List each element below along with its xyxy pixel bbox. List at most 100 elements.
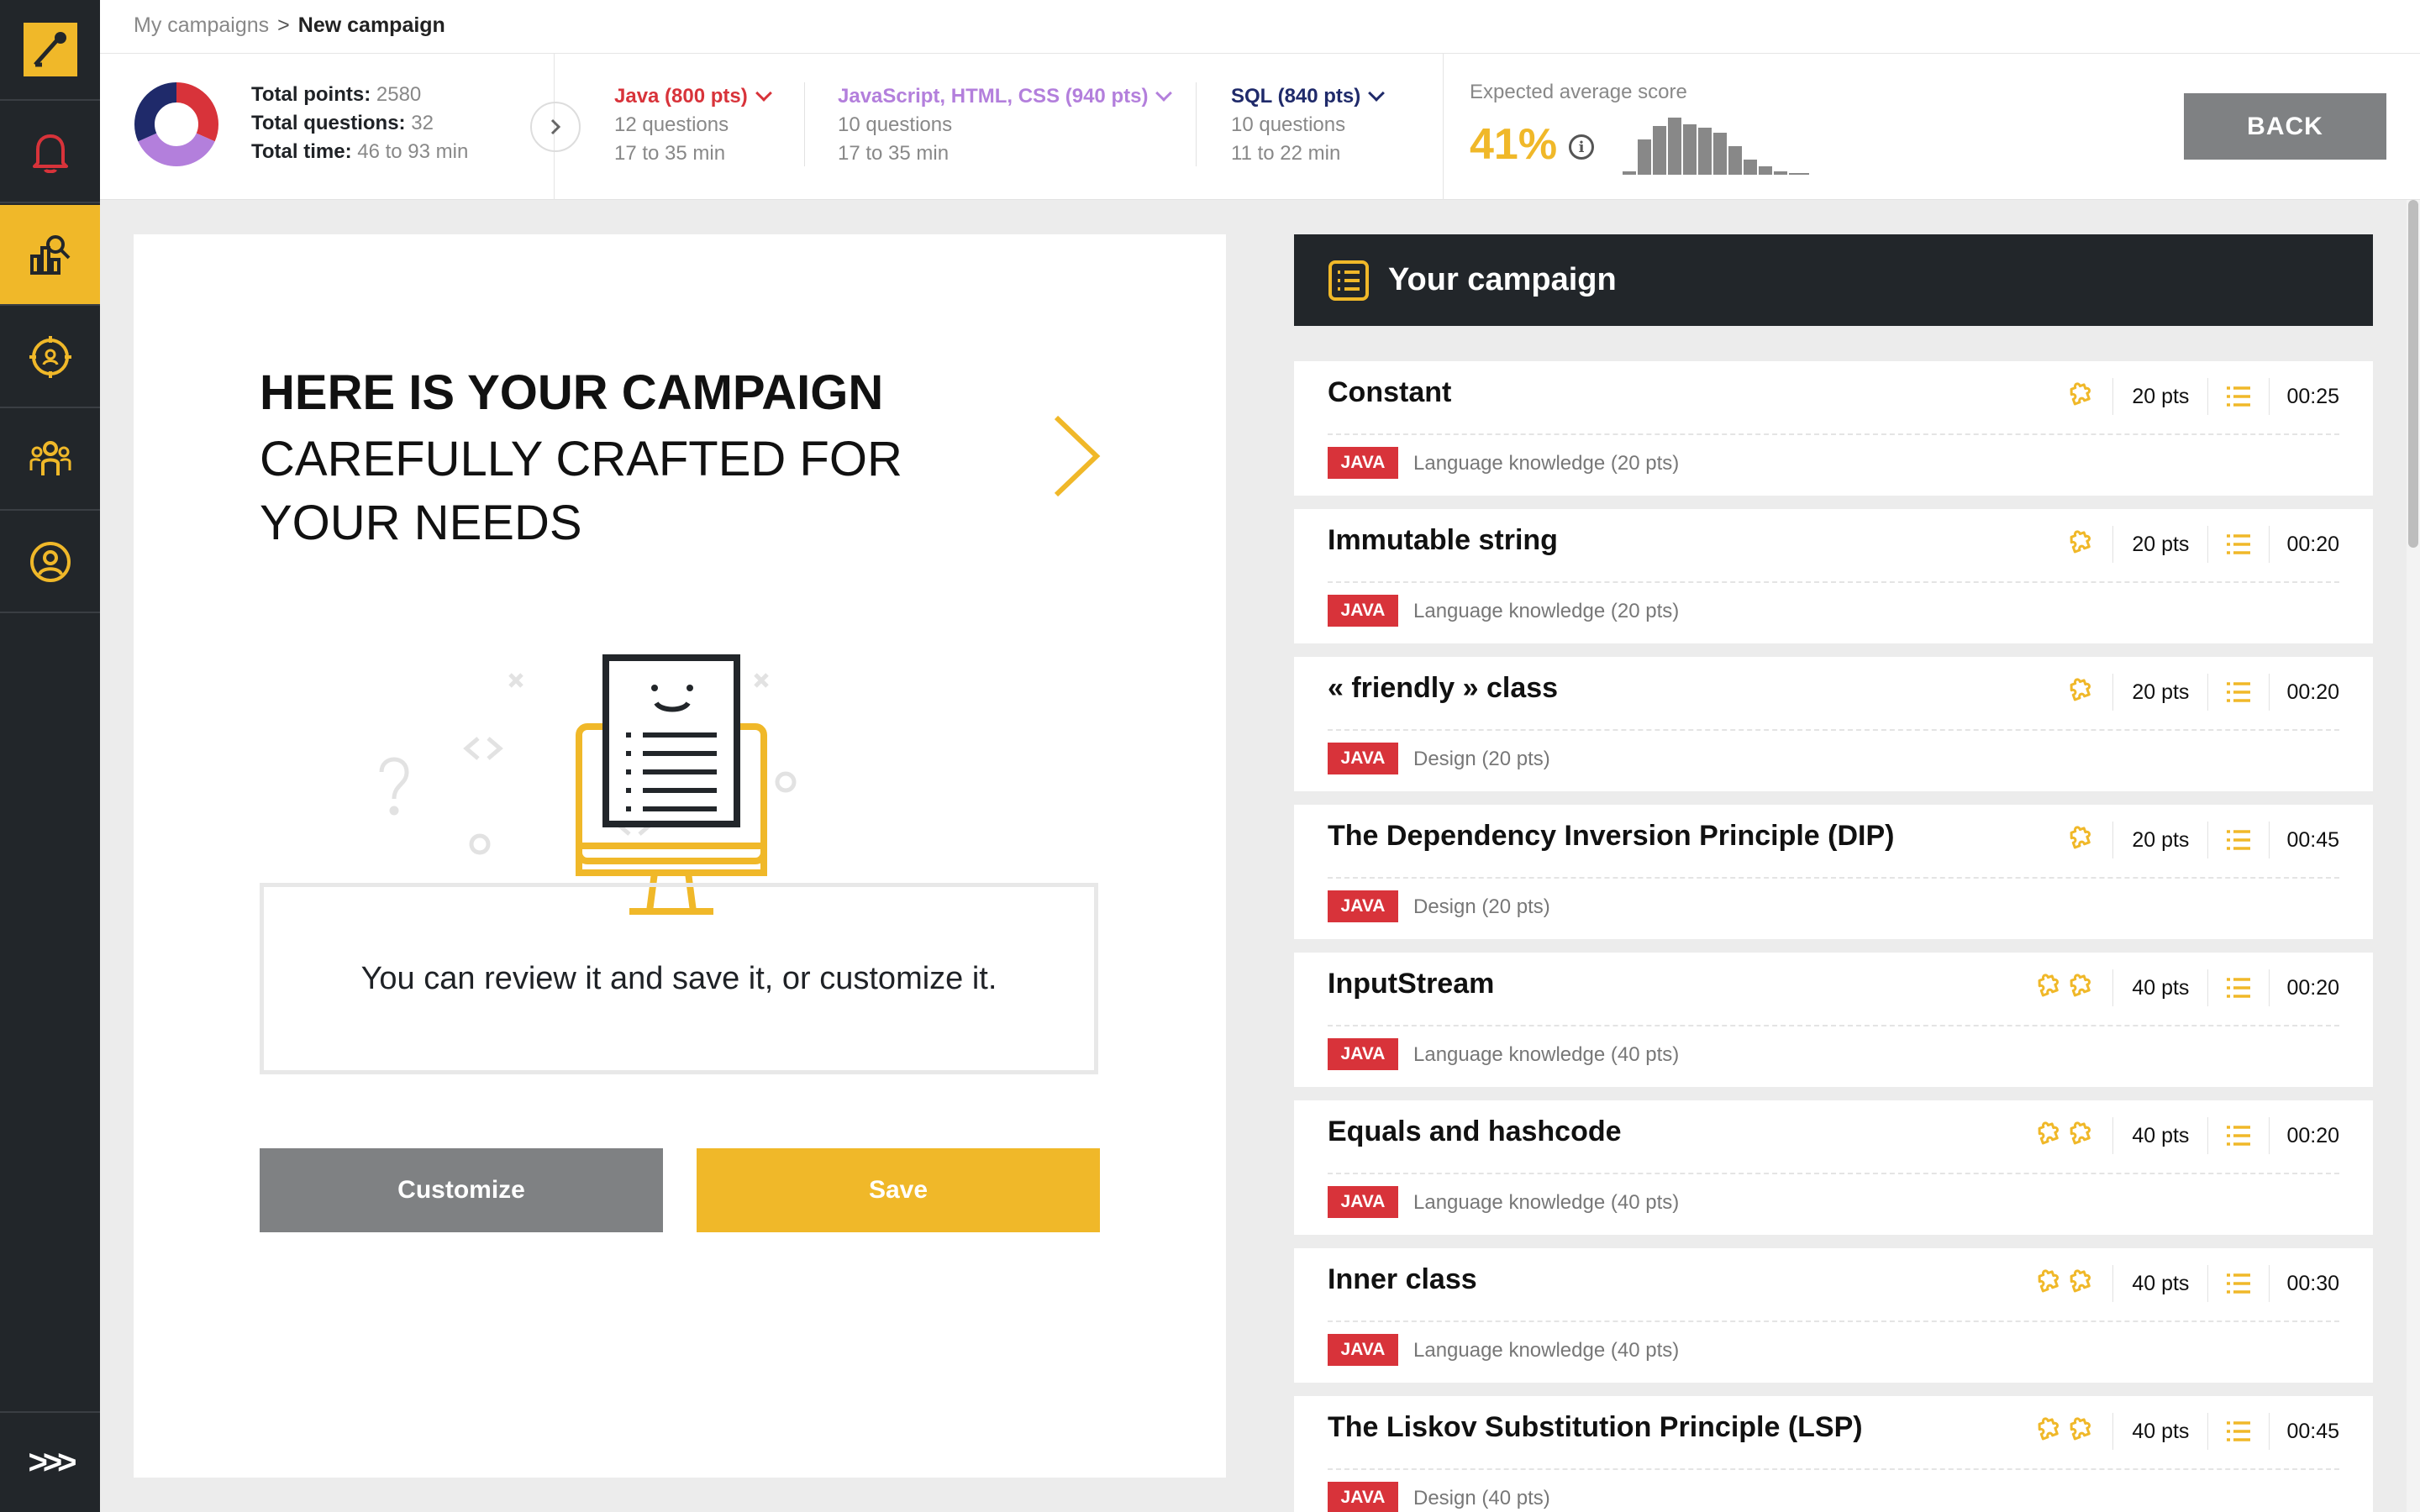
skill-time: 11 to 22 min: [1231, 142, 1341, 165]
language-tag: JAVA: [1328, 1334, 1398, 1366]
question-time: 00:25: [2286, 384, 2339, 408]
question-card[interactable]: Equals and hashcode 40 pts 00:20 JAVA Langua…: [1294, 1100, 2373, 1235]
divider: [1328, 1173, 2339, 1174]
user-icon: [29, 542, 71, 582]
expand-skills-button[interactable]: [530, 102, 581, 152]
puzzle-icon: [2065, 971, 2096, 1005]
question-points: 20 pts: [2112, 526, 2209, 563]
divider: [1443, 54, 1444, 200]
info-icon[interactable]: i: [1569, 134, 1594, 160]
campaign-intro-card: HERE IS YOUR CAMPAIGN CAREFULLY CRAFTED …: [134, 234, 1226, 1478]
question-category: Design (20 pts): [1413, 748, 1550, 770]
sidebar-item-team[interactable]: [0, 410, 100, 511]
list-icon[interactable]: [2208, 1413, 2270, 1450]
puzzle-icon: [2033, 1415, 2064, 1449]
divider: [804, 82, 805, 166]
question-meta: 20 pts 00:25: [2065, 378, 2339, 415]
divider: [1328, 1025, 2339, 1026]
save-button[interactable]: Save: [697, 1148, 1100, 1232]
campaign-summary-bar: My campaigns > New campaign Total points: …: [100, 0, 2420, 200]
breadcrumb-parent[interactable]: My campaigns: [134, 13, 269, 37]
list-icon[interactable]: [2208, 674, 2270, 711]
question-category: Design (20 pts): [1413, 895, 1550, 918]
question-card[interactable]: « friendly » class 20 pts 00:20 JAVA Design …: [1294, 657, 2373, 791]
question-title: Constant: [1328, 376, 1452, 408]
question-category: Language knowledge (20 pts): [1413, 600, 1680, 622]
review-text: You can review it and save it, or custom…: [360, 960, 997, 996]
next-arrow-icon[interactable]: [1050, 412, 1103, 500]
list-icon[interactable]: [2208, 1265, 2270, 1302]
puzzle-icon: [2065, 1119, 2096, 1153]
sidebar-item-targets[interactable]: [0, 307, 100, 408]
question-card[interactable]: The Dependency Inversion Principle (DIP)…: [1294, 805, 2373, 939]
list-icon[interactable]: [2208, 1117, 2270, 1154]
total-time-label: Total time:: [251, 140, 352, 163]
list-icon[interactable]: [2208, 378, 2270, 415]
language-tag: JAVA: [1328, 1482, 1398, 1512]
difficulty-indicator: [2065, 380, 2112, 414]
puzzle-icon: [2033, 971, 2064, 1005]
question-meta: 40 pts 00:30: [2033, 1265, 2339, 1302]
skill-time: 17 to 35 min: [614, 142, 726, 165]
points-donut-chart: [134, 82, 218, 166]
question-time: 00:20: [2286, 1123, 2339, 1147]
question-points: 40 pts: [2112, 969, 2209, 1006]
list-icon[interactable]: [2208, 969, 2270, 1006]
question-title: « friendly » class: [1328, 672, 1559, 704]
question-points: 40 pts: [2112, 1265, 2209, 1302]
skill-questions: 10 questions: [1231, 113, 1346, 136]
dashboard-icon: [29, 235, 70, 275]
expand-icon: >>>: [28, 1443, 76, 1481]
total-points-label: Total points:: [251, 83, 371, 106]
question-title: The Dependency Inversion Principle (DIP): [1328, 820, 1895, 852]
puzzle-icon: [2033, 1119, 2064, 1153]
question-category: Language knowledge (40 pts): [1413, 1043, 1680, 1066]
scrollbar[interactable]: [2407, 200, 2420, 1512]
language-tag: JAVA: [1328, 1186, 1398, 1218]
total-questions-value: 32: [411, 112, 434, 134]
back-button[interactable]: BACK: [2184, 93, 2386, 160]
team-icon: [29, 441, 71, 475]
customize-button[interactable]: Customize: [260, 1148, 663, 1232]
skill-questions: 12 questions: [614, 113, 729, 136]
question-card[interactable]: Immutable string 20 pts 00:20 JAVA Language …: [1294, 509, 2373, 643]
target-icon: [29, 336, 71, 378]
question-card[interactable]: Constant 20 pts 00:25 JAVA Language knowledg…: [1294, 361, 2373, 496]
sidebar-item-notifications[interactable]: [0, 102, 100, 203]
question-meta: 20 pts 00:20: [2065, 674, 2339, 711]
list-icon[interactable]: [2208, 822, 2270, 858]
question-meta: 20 pts 00:20: [2065, 526, 2339, 563]
puzzle-icon: [2065, 1267, 2096, 1301]
skill-name: JavaScript, HTML, CSS (940 pts): [838, 85, 1149, 108]
list-icon[interactable]: [2208, 526, 2270, 563]
sidebar-item-profile[interactable]: [0, 512, 100, 613]
chevron-down-icon: [755, 85, 772, 102]
question-card[interactable]: The Liskov Substitution Principle (LSP) 4…: [1294, 1396, 2373, 1512]
skill-questions: 10 questions: [838, 113, 953, 136]
question-points: 40 pts: [2112, 1413, 2209, 1450]
score-distribution-histogram: [1623, 118, 1809, 175]
chevron-down-icon: [1155, 85, 1173, 102]
sidebar-expand-button[interactable]: >>>: [0, 1411, 100, 1512]
sidebar-item-campaigns[interactable]: [0, 205, 100, 306]
breadcrumb-current: New campaign: [297, 13, 445, 37]
skill-java[interactable]: Java (800 pts) 12 questions 17 to 35 min: [614, 82, 772, 168]
question-card[interactable]: Inner class 40 pts 00:30 JAVA Language knowl…: [1294, 1248, 2373, 1383]
question-time: 00:20: [2286, 532, 2339, 556]
question-meta: 40 pts 00:45: [2033, 1413, 2339, 1450]
puzzle-icon: [2065, 823, 2096, 858]
puzzle-icon: [2033, 1267, 2064, 1301]
divider: [1196, 82, 1197, 166]
skill-sql[interactable]: SQL (840 pts) 10 questions 11 to 22 min: [1231, 82, 1386, 168]
scrollbar-thumb[interactable]: [2408, 200, 2418, 548]
skill-javascript[interactable]: JavaScript, HTML, CSS (940 pts) 10 quest…: [838, 82, 1173, 168]
difficulty-indicator: [2065, 823, 2112, 858]
skill-time: 17 to 35 min: [838, 142, 950, 165]
app-logo[interactable]: [0, 0, 100, 101]
question-time: 00:20: [2286, 975, 2339, 1000]
question-card[interactable]: InputStream 40 pts 00:20 JAVA Language knowl…: [1294, 953, 2373, 1087]
review-message-box: You can review it and save it, or custom…: [260, 883, 1098, 1074]
divider: [1328, 729, 2339, 731]
skill-name: SQL (840 pts): [1231, 85, 1361, 108]
question-category: Language knowledge (20 pts): [1413, 452, 1680, 475]
